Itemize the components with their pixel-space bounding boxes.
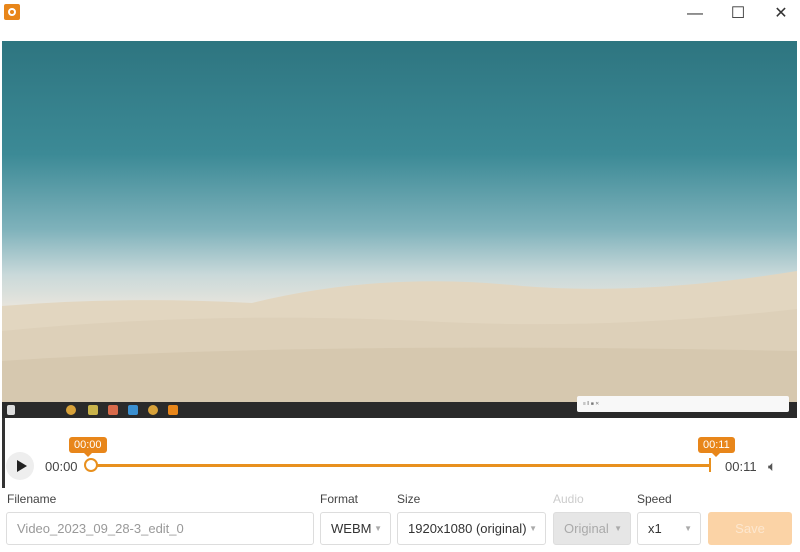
desert-frame bbox=[2, 271, 797, 418]
volume-icon[interactable]: 🔈︎ bbox=[768, 458, 776, 475]
size-select[interactable]: 1920x1080 (original) ▼ bbox=[397, 512, 546, 545]
video-edge bbox=[2, 418, 5, 488]
app-logo-icon bbox=[4, 4, 20, 20]
trim-start-handle[interactable] bbox=[84, 458, 98, 472]
size-label: Size bbox=[397, 492, 421, 506]
speed-select[interactable]: x1 ▼ bbox=[637, 512, 701, 545]
minimize-button[interactable]: — bbox=[683, 4, 707, 24]
speed-label: Speed bbox=[637, 492, 672, 506]
filename-label: Filename bbox=[7, 492, 57, 506]
format-label: Format bbox=[320, 492, 359, 506]
audio-label: Audio bbox=[553, 492, 584, 506]
start-time-tooltip: 00:00 bbox=[69, 437, 107, 457]
close-button[interactable]: ✕ bbox=[769, 4, 793, 24]
duration: 00:11 bbox=[725, 459, 757, 474]
trim-end-handle[interactable] bbox=[709, 458, 711, 472]
chevron-down-icon: ▼ bbox=[684, 524, 692, 533]
end-time-tooltip: 00:11 bbox=[698, 437, 735, 457]
trim-track[interactable] bbox=[91, 464, 710, 467]
chevron-down-icon: ▼ bbox=[529, 524, 537, 533]
format-select[interactable]: WEBM ▼ bbox=[320, 512, 391, 545]
maximize-button[interactable]: ☐ bbox=[726, 4, 750, 24]
chevron-down-icon: ▼ bbox=[374, 524, 382, 533]
play-button[interactable] bbox=[6, 452, 34, 480]
chevron-down-icon: ▼ bbox=[614, 524, 622, 533]
title-bar: — ☐ ✕ bbox=[0, 0, 800, 40]
size-value: 1920x1080 (original) bbox=[408, 521, 527, 536]
speed-value: x1 bbox=[648, 521, 662, 536]
audio-value: Original bbox=[564, 521, 609, 536]
save-button[interactable]: Save bbox=[708, 512, 792, 545]
video-preview[interactable]: ≡ ‖ ■ ✕ bbox=[2, 41, 797, 418]
filename-input[interactable]: Video_2023_09_28-3_edit_0 bbox=[6, 512, 314, 545]
format-value: WEBM bbox=[331, 521, 372, 536]
recording-toolbar: ≡ ‖ ■ ✕ bbox=[577, 396, 789, 412]
audio-select: Original ▼ bbox=[553, 512, 631, 545]
current-time: 00:00 bbox=[45, 459, 78, 474]
